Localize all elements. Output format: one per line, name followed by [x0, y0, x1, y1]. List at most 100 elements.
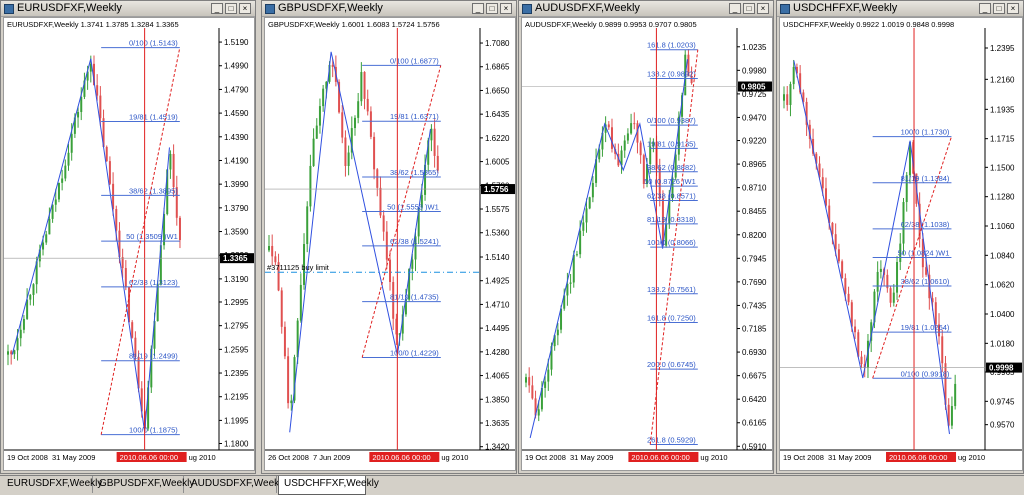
- y-tick-label: 1.6435: [485, 110, 510, 119]
- chart-plot[interactable]: 1.0235 0.9980 0.9725 0.9470 0.9220 0.8965 0.87…: [521, 17, 773, 471]
- candle-body: [373, 136, 376, 170]
- chart-svg: 1.7080 1.6865 1.6650 1.6435 1.6220 1.6005 1.57…: [265, 20, 515, 462]
- y-tick-label: 1.6865: [485, 63, 510, 72]
- tab-gbpusd[interactable]: GBPUSDFXF,Weekly: [94, 476, 194, 493]
- y-tick-label: 1.6220: [485, 134, 510, 143]
- minimize-button[interactable]: _: [729, 3, 741, 14]
- minimize-button[interactable]: _: [472, 3, 484, 14]
- candle-body: [271, 245, 274, 257]
- chart-window-icon: [265, 4, 275, 14]
- candle-body: [847, 293, 850, 303]
- fib-level-label: 50 (1.0824 )W1: [898, 248, 950, 257]
- y-tick-label: 1.1060: [990, 222, 1015, 231]
- y-tick-label: 0.9220: [742, 137, 767, 146]
- x-axis-label: 19 Oct 2008: [525, 453, 566, 462]
- y-tick-label: 1.3850: [485, 395, 510, 404]
- candle-body: [623, 140, 626, 151]
- candle-body: [626, 133, 629, 141]
- y-tick-label: 1.4990: [224, 62, 249, 71]
- chart-window-usdchf[interactable]: USDCHFFXF,Weekly _ □ × 1.2395 1.2160 1.193…: [776, 0, 1024, 474]
- close-button[interactable]: ×: [1007, 3, 1019, 14]
- candle-body: [290, 400, 293, 404]
- chart-header: AUDUSDFXF,Weekly 0.9899 0.9953 0.9707 0.…: [525, 20, 697, 29]
- candle-body: [16, 338, 19, 351]
- chart-window-gbpusd[interactable]: GBPUSDFXF,Weekly _ □ × 1.7080 1.6865 1.665…: [261, 0, 517, 474]
- candle-body: [32, 284, 35, 295]
- candle-body: [528, 377, 531, 386]
- candle-body: [61, 178, 64, 183]
- fib-level-label: 38/62 (1.0610): [901, 277, 950, 286]
- chart-window-icon: [4, 4, 14, 14]
- fib-level-label: 81/19 (0.8318): [647, 215, 696, 224]
- candle-body: [934, 302, 937, 325]
- candle-body: [331, 64, 334, 67]
- window-titlebar[interactable]: EURUSDFXF,Weekly _ □ ×: [1, 1, 255, 17]
- window-titlebar[interactable]: AUDUSDFXF,Weekly _ □ ×: [519, 1, 773, 17]
- chart-plot[interactable]: 1.2395 1.2160 1.1935 1.1715 1.1500 1.1280 1.10…: [779, 17, 1023, 471]
- maximize-button[interactable]: □: [993, 3, 1005, 14]
- chart-window-audusd[interactable]: AUDUSDFXF,Weekly _ □ × 1.0235 0.9980 0.972…: [518, 0, 774, 474]
- tab-usdchf[interactable]: USDCHFFXF,Weekly: [278, 476, 379, 495]
- candle-body: [48, 218, 51, 235]
- close-button[interactable]: ×: [757, 3, 769, 14]
- minimize-button[interactable]: _: [979, 3, 991, 14]
- window-title: GBPUSDFXF,Weekly: [278, 2, 383, 14]
- fib-level-label: 62/38 (1.1038): [901, 220, 950, 229]
- fib-level-label: 19/81 (1.4519): [129, 113, 178, 122]
- y-tick-label: 1.4925: [485, 277, 510, 286]
- fib-level-label: 50 (1.5553 )W1: [387, 202, 439, 211]
- tab-audusd[interactable]: AUDUSDFXF,Weekly: [186, 476, 286, 493]
- minimize-button[interactable]: _: [211, 3, 223, 14]
- chart-header: EURUSDFXF,Weekly 1.3741 1.3785 1.3284 1.…: [7, 20, 179, 29]
- x-axis-label: ug 2010: [189, 453, 216, 462]
- x-axis-label: 19 Oct 2008: [7, 453, 48, 462]
- y-tick-label: 1.5140: [485, 253, 510, 262]
- x-axis-label: ug 2010: [441, 453, 468, 462]
- candle-body: [45, 234, 48, 243]
- window-titlebar[interactable]: USDCHFFXF,Weekly _ □ ×: [777, 1, 1023, 17]
- candle-body: [67, 152, 70, 166]
- chart-plot[interactable]: 1.7080 1.6865 1.6650 1.6435 1.6220 1.6005 1.57…: [264, 17, 516, 471]
- candle-body: [274, 256, 277, 263]
- candle-body: [531, 385, 534, 399]
- candle-body: [610, 127, 613, 149]
- fib-level-label: 62/38 (1.3123): [129, 278, 178, 287]
- candle-body: [306, 206, 309, 245]
- candle-body: [22, 318, 25, 330]
- maximize-button[interactable]: □: [486, 3, 498, 14]
- maximize-button[interactable]: □: [225, 3, 237, 14]
- maximize-button[interactable]: □: [743, 3, 755, 14]
- candle-body: [353, 117, 356, 129]
- y-tick-label: 0.6675: [742, 372, 767, 381]
- window-titlebar[interactable]: GBPUSDFXF,Weekly _ □ ×: [262, 1, 516, 17]
- chart-window-eurusd[interactable]: EURUSDFXF,Weekly _ □ × 1.5190 1.4990 1.479…: [0, 0, 256, 474]
- candle-body: [841, 261, 844, 279]
- candle-body: [585, 208, 588, 223]
- y-tick-label: 1.5575: [485, 205, 510, 214]
- x-axis-label: 31 May 2009: [52, 453, 95, 462]
- candle-body: [569, 282, 572, 284]
- close-button[interactable]: ×: [500, 3, 512, 14]
- candle-body: [588, 197, 591, 209]
- y-tick-label: 1.6650: [485, 86, 510, 95]
- candle-body: [389, 259, 392, 282]
- close-button[interactable]: ×: [239, 3, 251, 14]
- tab-eurusd[interactable]: EURUSDFXF,Weekly: [2, 476, 102, 493]
- candle-body: [105, 146, 108, 162]
- buy-limit-label: #3711125 buy limit: [267, 263, 330, 272]
- candle-body: [837, 249, 840, 262]
- candle-body: [860, 356, 863, 365]
- chart-svg: 1.02350.99800.97250.94700.92200.89650.87…: [522, 20, 772, 462]
- y-tick-label: 1.0620: [990, 281, 1015, 290]
- candle-body: [99, 95, 102, 119]
- fib-level-label: 19/81 (1.0264): [901, 323, 950, 332]
- y-tick-label: 1.4790: [224, 85, 249, 94]
- chart-plot[interactable]: 1.5190 1.4990 1.4790 1.4590 1.4390 1.4190 1.39…: [3, 17, 255, 471]
- candle-body: [64, 165, 67, 179]
- candle-body: [287, 356, 290, 404]
- y-tick-label: 1.4590: [224, 109, 249, 118]
- y-tick-label: 0.7435: [742, 301, 767, 310]
- candle-body: [299, 284, 302, 321]
- time-cursor-label: 2010.06.06 00:00: [372, 453, 430, 462]
- y-tick-label: 1.4280: [485, 348, 510, 357]
